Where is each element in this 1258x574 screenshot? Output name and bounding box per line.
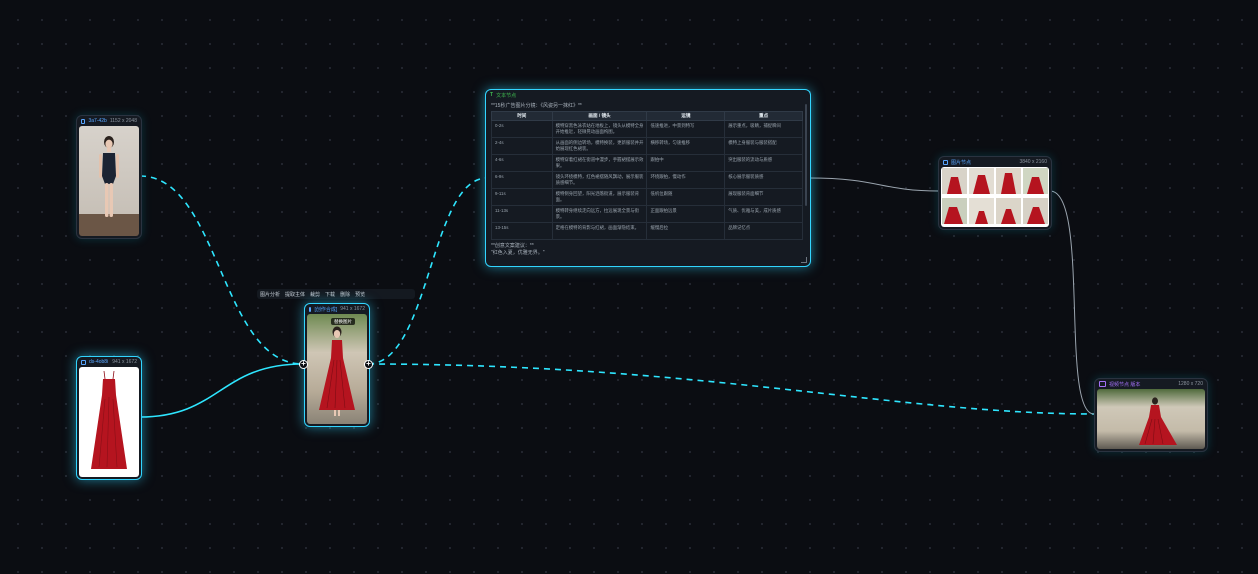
table-cell: 0-2s bbox=[491, 120, 553, 138]
table-cell: 低机位跟随 bbox=[646, 188, 726, 206]
table-cell: 镜头环绕模特，红色裙摆随风飘动，展示服装质感细节。 bbox=[551, 171, 648, 189]
storyboard-content: **15秒广告图片分镜：《风姿另一抹红》** 时间 画面 / 镜头 运镜 重点 … bbox=[486, 100, 810, 258]
table-cell: 低速推进，中景到特写 bbox=[646, 120, 726, 138]
storyboard-table: 时间 画面 / 镜头 运镜 重点 0-2s 模特穿黑色泳衣站在地板上，镜头从模特… bbox=[491, 111, 803, 240]
table-cell: 展示重点，吸睛，捕捉瞬间 bbox=[724, 120, 803, 138]
column-header: 重点 bbox=[724, 111, 803, 121]
storyboard-footer-copy: "红色入夏，优雅无界。" bbox=[491, 250, 545, 256]
node-size: 3840 x 2160 bbox=[1019, 159, 1047, 165]
table-cell: 气质、优雅与美，成片质感 bbox=[724, 205, 803, 223]
image-icon bbox=[81, 359, 86, 365]
edge-dress-to-merged[interactable] bbox=[139, 363, 304, 418]
table-row: 6-9s 镜头环绕模特，红色裙摆随风飘动，展示服装质感细节。 环绕跟拍，慢动作 … bbox=[491, 171, 803, 189]
text-node-storyboard[interactable]: T 文本节点 **15秒广告图片分镜：《风姿另一抹红》** 时间 画面 / 镜头… bbox=[485, 89, 811, 267]
node-size: 1152 x 2048 bbox=[109, 118, 137, 124]
image-icon bbox=[309, 306, 312, 312]
node-toolbar: 图片分析 提取主体 裁剪 下载 删除 预览 bbox=[257, 289, 415, 299]
resize-handle[interactable] bbox=[801, 257, 807, 263]
table-row: 2-4s 从画面的侧边转场，模特换装，更新服装并开始展现红色裙装。 横移转场，匀… bbox=[491, 137, 803, 155]
table-cell: 品牌记忆点 bbox=[724, 222, 803, 240]
toolbar-preview-button[interactable]: 预览 bbox=[355, 291, 365, 298]
edge-swimsuit-to-merged[interactable] bbox=[139, 175, 304, 365]
video-frame bbox=[1097, 389, 1205, 449]
column-header: 画面 / 镜头 bbox=[551, 111, 648, 121]
text-icon: T bbox=[490, 92, 494, 98]
replace-image-button[interactable]: 替换图片 bbox=[331, 318, 355, 325]
edge-text-to-grid[interactable] bbox=[808, 177, 940, 192]
storyboard-heading: **15秒广告图片分镜：《风姿另一抹红》** bbox=[491, 103, 582, 109]
table-cell: 模特转身继续走向远方，拉远展现全景与街景。 bbox=[551, 205, 648, 223]
image-icon bbox=[81, 118, 86, 124]
text-scrollbar[interactable] bbox=[805, 104, 807, 206]
node-size: 1280 x 720 bbox=[1178, 381, 1203, 387]
table-cell: 9-11s bbox=[491, 188, 553, 206]
toolbar-download-button[interactable]: 下载 bbox=[325, 291, 335, 298]
toolbar-image-analysis-button[interactable]: 图片分析 bbox=[260, 291, 280, 298]
node-title: 图片节点 bbox=[951, 159, 972, 166]
merged-output-port[interactable]: + bbox=[364, 360, 373, 369]
table-row: 0-2s 模特穿黑色泳衣站在地板上，镜头从模特全身开始推近，轻微晃动画面构图。 … bbox=[491, 120, 803, 138]
node-title: 3a7-42b bbox=[88, 118, 107, 124]
table-cell: 跟拍中 bbox=[646, 154, 726, 172]
table-cell: 6-9s bbox=[491, 171, 553, 189]
table-row: 13-15s 定格在模特的背影与红裙，画面渐隐结束。 缓慢后拉 品牌记忆点 bbox=[491, 222, 803, 240]
table-cell: 定格在模特的背影与红裙，画面渐隐结束。 bbox=[551, 222, 648, 240]
image-icon bbox=[943, 159, 948, 165]
merged-photo bbox=[307, 314, 367, 424]
image-node-dress[interactable]: ds-4ob8i 941 x 1672 bbox=[76, 356, 142, 480]
table-cell: 2-4s bbox=[491, 137, 553, 155]
table-cell: 突出服装的流动与质感 bbox=[724, 154, 803, 172]
table-cell: 13-15s bbox=[491, 222, 553, 240]
table-cell: 从画面的侧边转场，模特换装，更新服装并开始展现红色裙装。 bbox=[551, 137, 648, 155]
column-header: 运镜 bbox=[646, 111, 726, 121]
table-row: 4-6s 模特穿着红裙在街道中漫步，手握裙摆展示效果。 跟拍中 突出服装的流动与… bbox=[491, 154, 803, 172]
table-cell: 4-6s bbox=[491, 154, 553, 172]
table-row: 11-13s 模特转身继续走向远方，拉远展现全景与街景。 正面跟拍远景 气质、优… bbox=[491, 205, 803, 223]
table-row: 9-11s 模特侧身回望，阳光洒落街道，展示服装背面。 低机位跟随 展现服装背面… bbox=[491, 188, 803, 206]
table-cell: 正面跟拍远景 bbox=[646, 205, 726, 223]
toolbar-extract-subject-button[interactable]: 提取主体 bbox=[285, 291, 305, 298]
table-cell: 横移转场，匀速推移 bbox=[646, 137, 726, 155]
node-title: 文本节点 bbox=[496, 92, 517, 99]
storyboard-footer-heading: **创意文案建议：** bbox=[491, 243, 534, 249]
node-size: 941 x 1672 bbox=[340, 306, 365, 312]
column-header: 时间 bbox=[491, 111, 553, 121]
storyboard-grid-image bbox=[941, 167, 1049, 227]
edge-merged-to-video[interactable] bbox=[367, 363, 1095, 415]
table-cell: 模特穿黑色泳衣站在地板上，镜头从模特全身开始推近，轻微晃动画面构图。 bbox=[551, 120, 648, 138]
table-cell: 展现服装背面细节 bbox=[724, 188, 803, 206]
dress-photo bbox=[79, 367, 139, 477]
node-title: ds-4ob8i bbox=[89, 359, 109, 365]
edge-merged-to-text[interactable] bbox=[367, 177, 488, 365]
node-title: 视频节点 版本 bbox=[1109, 381, 1141, 388]
table-cell: 模特侧身回望，阳光洒落街道，展示服装背面。 bbox=[551, 188, 648, 206]
table-cell: 模特上身服装与服装搭配 bbox=[724, 137, 803, 155]
table-cell: 环绕跟拍，慢动作 bbox=[646, 171, 726, 189]
toolbar-crop-button[interactable]: 裁剪 bbox=[310, 291, 320, 298]
merged-input-port[interactable]: + bbox=[299, 360, 308, 369]
image-node-grid[interactable]: 图片节点 3840 x 2160 bbox=[938, 156, 1052, 230]
connection-layer bbox=[139, 175, 1095, 418]
edge-grid-to-video[interactable] bbox=[1049, 190, 1095, 415]
table-cell: 缓慢后拉 bbox=[646, 222, 726, 240]
image-node-swimsuit[interactable]: 3a7-42b 1152 x 2048 bbox=[76, 115, 142, 239]
swimsuit-photo bbox=[79, 126, 139, 236]
video-node[interactable]: 视频节点 版本 1280 x 720 bbox=[1094, 378, 1208, 452]
image-node-merged[interactable]: [创作合成] 941 x 1672 替换图片 bbox=[304, 303, 370, 427]
table-cell: 核心展示服装质感 bbox=[724, 171, 803, 189]
table-cell: 11-13s bbox=[491, 205, 553, 223]
table-cell: 模特穿着红裙在街道中漫步，手握裙摆展示效果。 bbox=[551, 154, 648, 172]
video-icon bbox=[1099, 381, 1106, 387]
node-title: [创作合成] bbox=[314, 306, 338, 313]
toolbar-delete-button[interactable]: 删除 bbox=[340, 291, 350, 298]
node-size: 941 x 1672 bbox=[112, 359, 137, 365]
